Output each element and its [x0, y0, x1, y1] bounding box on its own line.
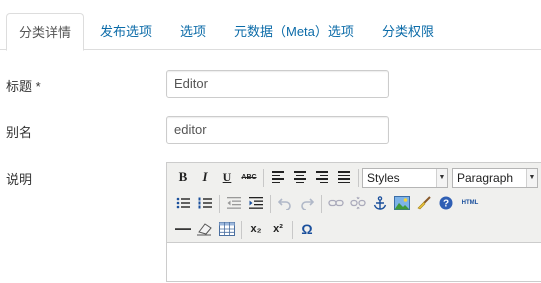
alias-label: 别名 [6, 125, 33, 140]
special-character-icon[interactable]: Ω [297, 219, 317, 239]
styles-select[interactable]: Styles ▼ [362, 168, 448, 188]
editor-toolbar: B I U ABC Styles ▼ Paragraph ▼ ? HTML x₂… [167, 163, 541, 243]
editor-content-area[interactable] [167, 243, 541, 283]
image-icon[interactable] [392, 193, 412, 213]
link-icon[interactable] [326, 193, 346, 213]
anchor-icon[interactable] [370, 193, 390, 213]
toolbar-row-1: B I U ABC Styles ▼ Paragraph ▼ [171, 167, 541, 189]
description-label: 说明 [6, 172, 33, 187]
tab-category-details[interactable]: 分类详情 [6, 13, 84, 51]
undo-icon[interactable] [275, 193, 295, 213]
format-select[interactable]: Paragraph ▼ [452, 168, 538, 188]
title-label: 标题 * [6, 79, 41, 94]
toolbar-separator [263, 169, 264, 187]
chevron-down-icon: ▼ [436, 169, 447, 187]
strikethrough-icon[interactable]: ABC [239, 167, 259, 187]
numbered-list-icon[interactable] [195, 193, 215, 213]
eraser-icon[interactable] [195, 219, 215, 239]
toolbar-row-3: x₂ x² Ω [171, 219, 541, 241]
italic-icon[interactable]: I [195, 167, 215, 187]
bullet-list-icon[interactable] [173, 193, 193, 213]
alias-field[interactable]: editor [166, 116, 389, 144]
toolbar-separator [241, 221, 242, 239]
unlink-icon[interactable] [348, 193, 368, 213]
tab-category-permissions[interactable]: 分类权限 [372, 13, 444, 51]
horizontal-rule-icon[interactable] [173, 219, 193, 239]
toolbar-separator [270, 195, 271, 213]
subscript-icon[interactable]: x₂ [246, 219, 266, 239]
align-right-icon[interactable] [312, 167, 332, 187]
superscript-icon[interactable]: x² [268, 219, 288, 239]
bold-icon[interactable]: B [173, 167, 193, 187]
cleanup-brush-icon[interactable] [414, 193, 434, 213]
tab-options[interactable]: 选项 [170, 13, 216, 51]
toolbar-separator [219, 195, 220, 213]
styles-select-value: Styles [367, 171, 400, 185]
format-select-value: Paragraph [457, 171, 514, 185]
toolbar-separator [358, 169, 359, 187]
tab-metadata-options[interactable]: 元数据（Meta）选项 [224, 13, 364, 51]
svg-text:?: ? [443, 199, 449, 210]
toolbar-separator [292, 221, 293, 239]
tab-publishing-options[interactable]: 发布选项 [90, 13, 162, 51]
toolbar-row-2: ? HTML [171, 193, 541, 215]
title-field[interactable]: Editor [166, 70, 389, 98]
align-center-icon[interactable] [290, 167, 310, 187]
align-left-icon[interactable] [268, 167, 288, 187]
outdent-icon[interactable] [224, 193, 244, 213]
rich-text-editor: B I U ABC Styles ▼ Paragraph ▼ ? HTML x₂… [166, 162, 541, 282]
table-icon[interactable] [217, 219, 237, 239]
help-icon[interactable]: ? [436, 193, 456, 213]
indent-icon[interactable] [246, 193, 266, 213]
toolbar-separator [321, 195, 322, 213]
chevron-down-icon: ▼ [526, 169, 537, 187]
align-justify-icon[interactable] [334, 167, 354, 187]
tab-bar: 分类详情 发布选项 选项 元数据（Meta）选项 分类权限 [0, 0, 541, 51]
underline-icon[interactable]: U [217, 167, 237, 187]
html-source-icon[interactable]: HTML [458, 193, 482, 213]
redo-icon[interactable] [297, 193, 317, 213]
